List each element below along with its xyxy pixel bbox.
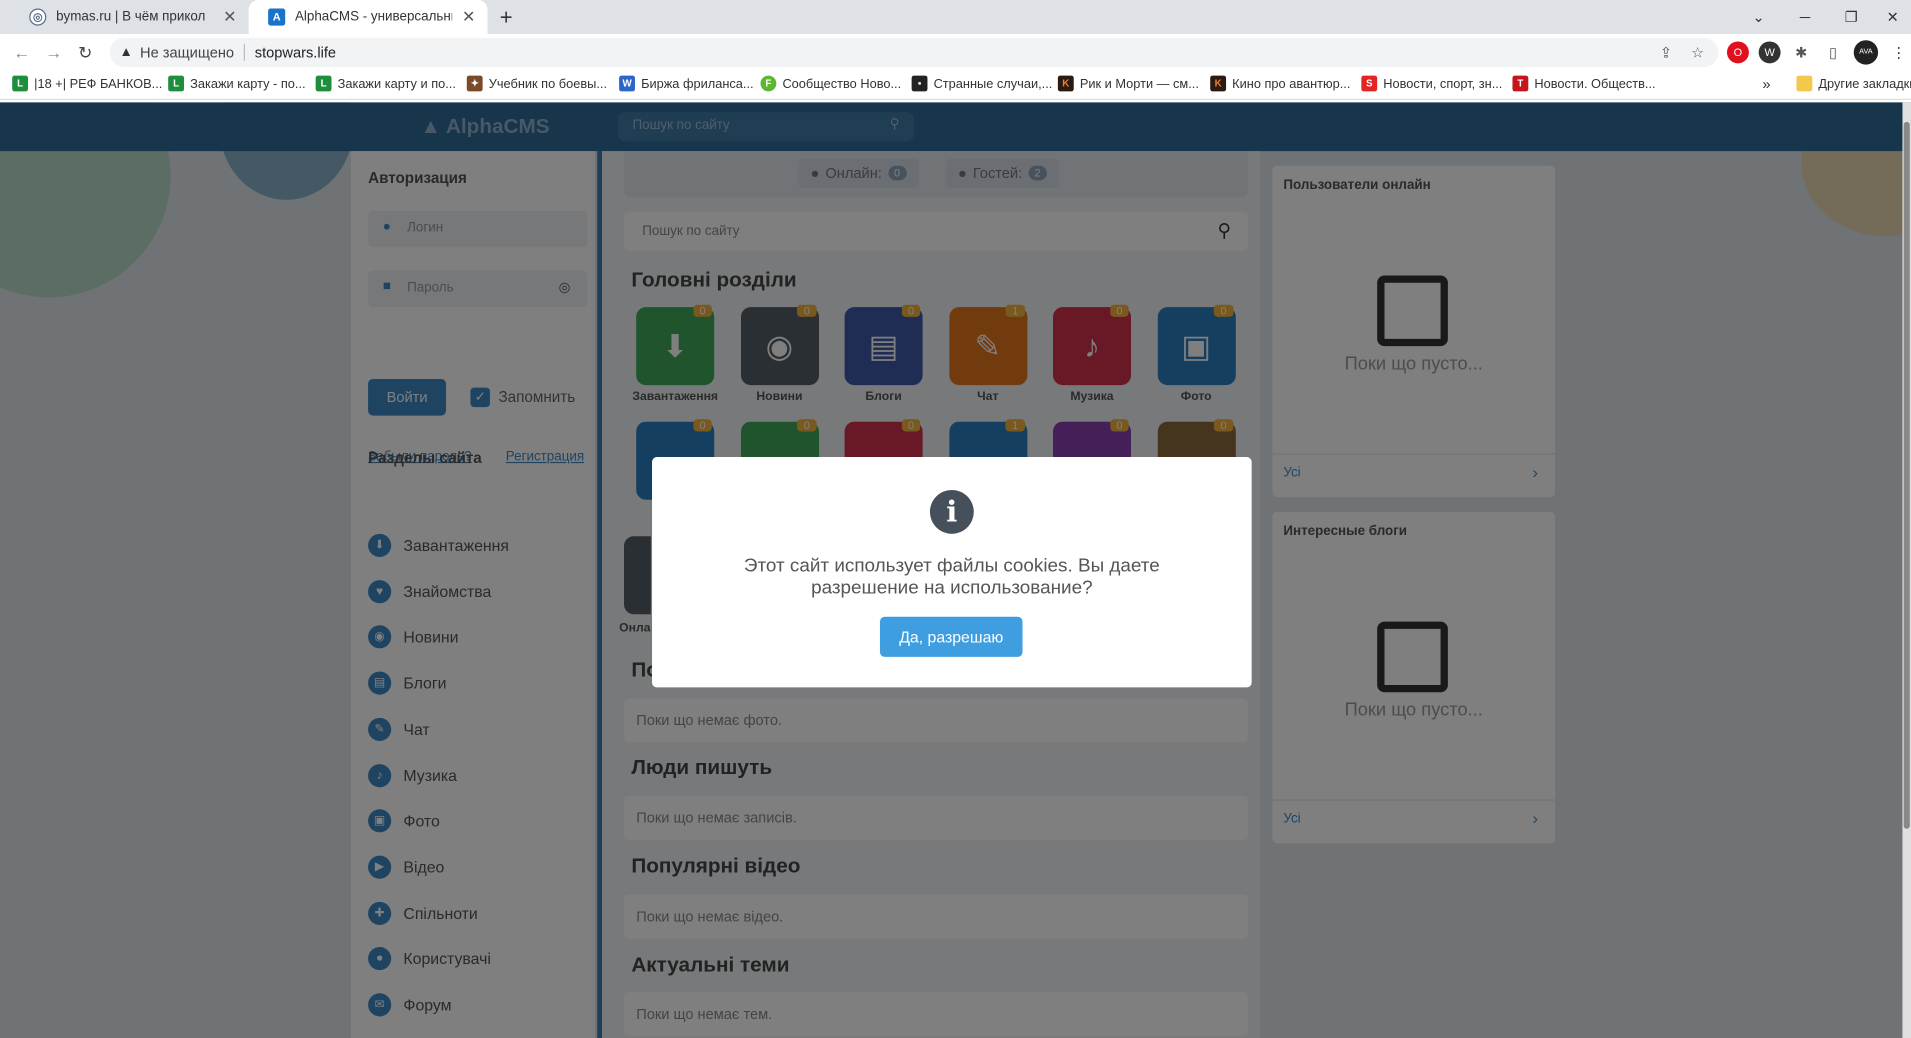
bookmark-label: Учебник по боевы... — [488, 76, 608, 91]
bookmarks-bar: L |18 +| РЕФ БАНКОВ... L Закажи карту - по… — [0, 70, 1911, 100]
bookmark-item[interactable]: W Биржа фриланса... — [619, 75, 754, 92]
bookmark-favicon-icon: ▪ — [911, 75, 928, 92]
bookmark-label: |18 +| РЕФ БАНКОВ... — [34, 76, 163, 91]
divider — [243, 43, 246, 61]
bookmark-item[interactable]: L |18 +| РЕФ БАНКОВ... — [12, 75, 163, 92]
tab-title: bymas.ru | В чём прикол — [56, 9, 206, 25]
bookmark-item[interactable]: K Рик и Морти — см... — [1057, 75, 1199, 92]
bookmark-favicon-icon: K — [1057, 75, 1074, 92]
cookie-message: Этот сайт использует файлы cookies. Вы д… — [743, 555, 1160, 599]
bookmark-label: Кино про авантюр... — [1232, 76, 1351, 91]
globe-icon: ◎ — [29, 8, 47, 26]
bookmark-item[interactable]: K Кино про авантюр... — [1210, 75, 1351, 92]
bookmark-favicon-icon: T — [1512, 75, 1529, 92]
bookmark-label: Закажи карту и по... — [337, 76, 456, 91]
browser-tab-alphacms[interactable]: A AlphaCMS - универсальный дв ✕ — [248, 0, 488, 35]
bookmark-favicon-icon: K — [1210, 75, 1227, 92]
back-icon[interactable]: ← — [10, 41, 34, 63]
share-icon[interactable]: ⇪ — [1655, 41, 1677, 63]
cookie-consent-dialog: i Этот сайт использует файлы cookies. Вы… — [652, 457, 1252, 688]
bookmark-label: Закажи карту - по... — [190, 76, 306, 91]
new-tab-button[interactable]: + — [490, 0, 522, 34]
minimize-icon[interactable]: ─ — [1782, 0, 1828, 34]
folder-icon — [1796, 75, 1813, 92]
bookmark-favicon-icon: ✦ — [466, 75, 483, 92]
info-icon: i — [929, 489, 974, 534]
tab-search-icon[interactable]: ⌄ — [1736, 0, 1782, 34]
restore-icon[interactable]: ❐ — [1828, 0, 1874, 34]
bookmark-item[interactable]: ▪ Странные случаи,... — [911, 75, 1053, 92]
bookmark-item[interactable]: S Новости, спорт, зн... — [1361, 75, 1503, 92]
bookmark-label: Странные случаи,... — [933, 76, 1053, 91]
bookmark-favicon-icon: L — [168, 75, 185, 92]
bookmark-label: Биржа фриланса... — [641, 76, 754, 91]
close-tab-icon[interactable]: ✕ — [223, 7, 236, 27]
bookmark-item[interactable]: L Закажи карту и по... — [315, 75, 456, 92]
bookmark-label: Другие закладки — [1818, 76, 1911, 91]
opera-extension-icon[interactable]: O — [1726, 41, 1749, 64]
bookmark-item[interactable]: ✦ Учебник по боевы... — [466, 75, 608, 92]
bookmark-label: Рик и Морти — см... — [1079, 76, 1199, 91]
bookmark-favicon-icon: F — [760, 75, 777, 92]
menu-kebab-icon[interactable]: ⋮ — [1888, 41, 1910, 63]
extensions-puzzle-icon[interactable]: ✱ — [1790, 41, 1812, 63]
warning-icon: ▲ — [119, 45, 133, 60]
bookmark-star-icon[interactable]: ☆ — [1687, 41, 1709, 63]
bookmark-favicon-icon: S — [1361, 75, 1378, 92]
bookmark-label: Новости. Обществ... — [1534, 76, 1656, 91]
profile-avatar[interactable]: AVA — [1853, 40, 1879, 65]
close-window-icon[interactable]: ✕ — [1874, 0, 1911, 34]
scrollbar-thumb[interactable] — [1903, 121, 1910, 829]
other-bookmarks[interactable]: Другие закладки — [1796, 75, 1911, 92]
security-status: Не защищено — [140, 43, 235, 61]
bookmark-favicon-icon: L — [315, 75, 332, 92]
tab-title: AlphaCMS - универсальный дв — [294, 9, 452, 25]
bookmark-item[interactable]: L Закажи карту - по... — [168, 75, 306, 92]
bookmark-favicon-icon: W — [619, 75, 635, 92]
omnibox[interactable]: ▲ Не защищено stopwars.life — [109, 37, 1719, 68]
alphacms-favicon-icon: A — [268, 8, 286, 26]
reload-icon[interactable]: ↻ — [73, 41, 97, 63]
url-text: stopwars.life — [254, 43, 337, 61]
accept-cookies-button[interactable]: Да, разрешаю — [879, 616, 1023, 657]
close-tab-icon[interactable]: ✕ — [462, 7, 475, 27]
bookmark-favicon-icon: L — [12, 75, 29, 92]
bookmark-item[interactable]: T Новости. Обществ... — [1512, 75, 1656, 92]
bookmark-label: Сообщество Ново... — [782, 76, 902, 91]
side-panel-icon[interactable]: ▯ — [1822, 41, 1844, 63]
bookmarks-overflow[interactable]: » — [1762, 76, 1770, 93]
address-toolbar: ← → ↻ ▲ Не защищено stopwars.life — [0, 34, 1911, 71]
browser-tab-bymas[interactable]: ◎ bymas.ru | В чём прикол ✕ — [10, 0, 249, 34]
extension-w-icon[interactable]: W — [1758, 41, 1781, 64]
bookmark-label: Новости, спорт, зн... — [1383, 76, 1503, 91]
forward-icon[interactable]: → — [41, 41, 65, 63]
browser-tab-bar: ◎ bymas.ru | В чём прикол ✕ A AlphaCMS -… — [0, 0, 1911, 35]
bookmark-item[interactable]: F Сообщество Ново... — [760, 75, 902, 92]
